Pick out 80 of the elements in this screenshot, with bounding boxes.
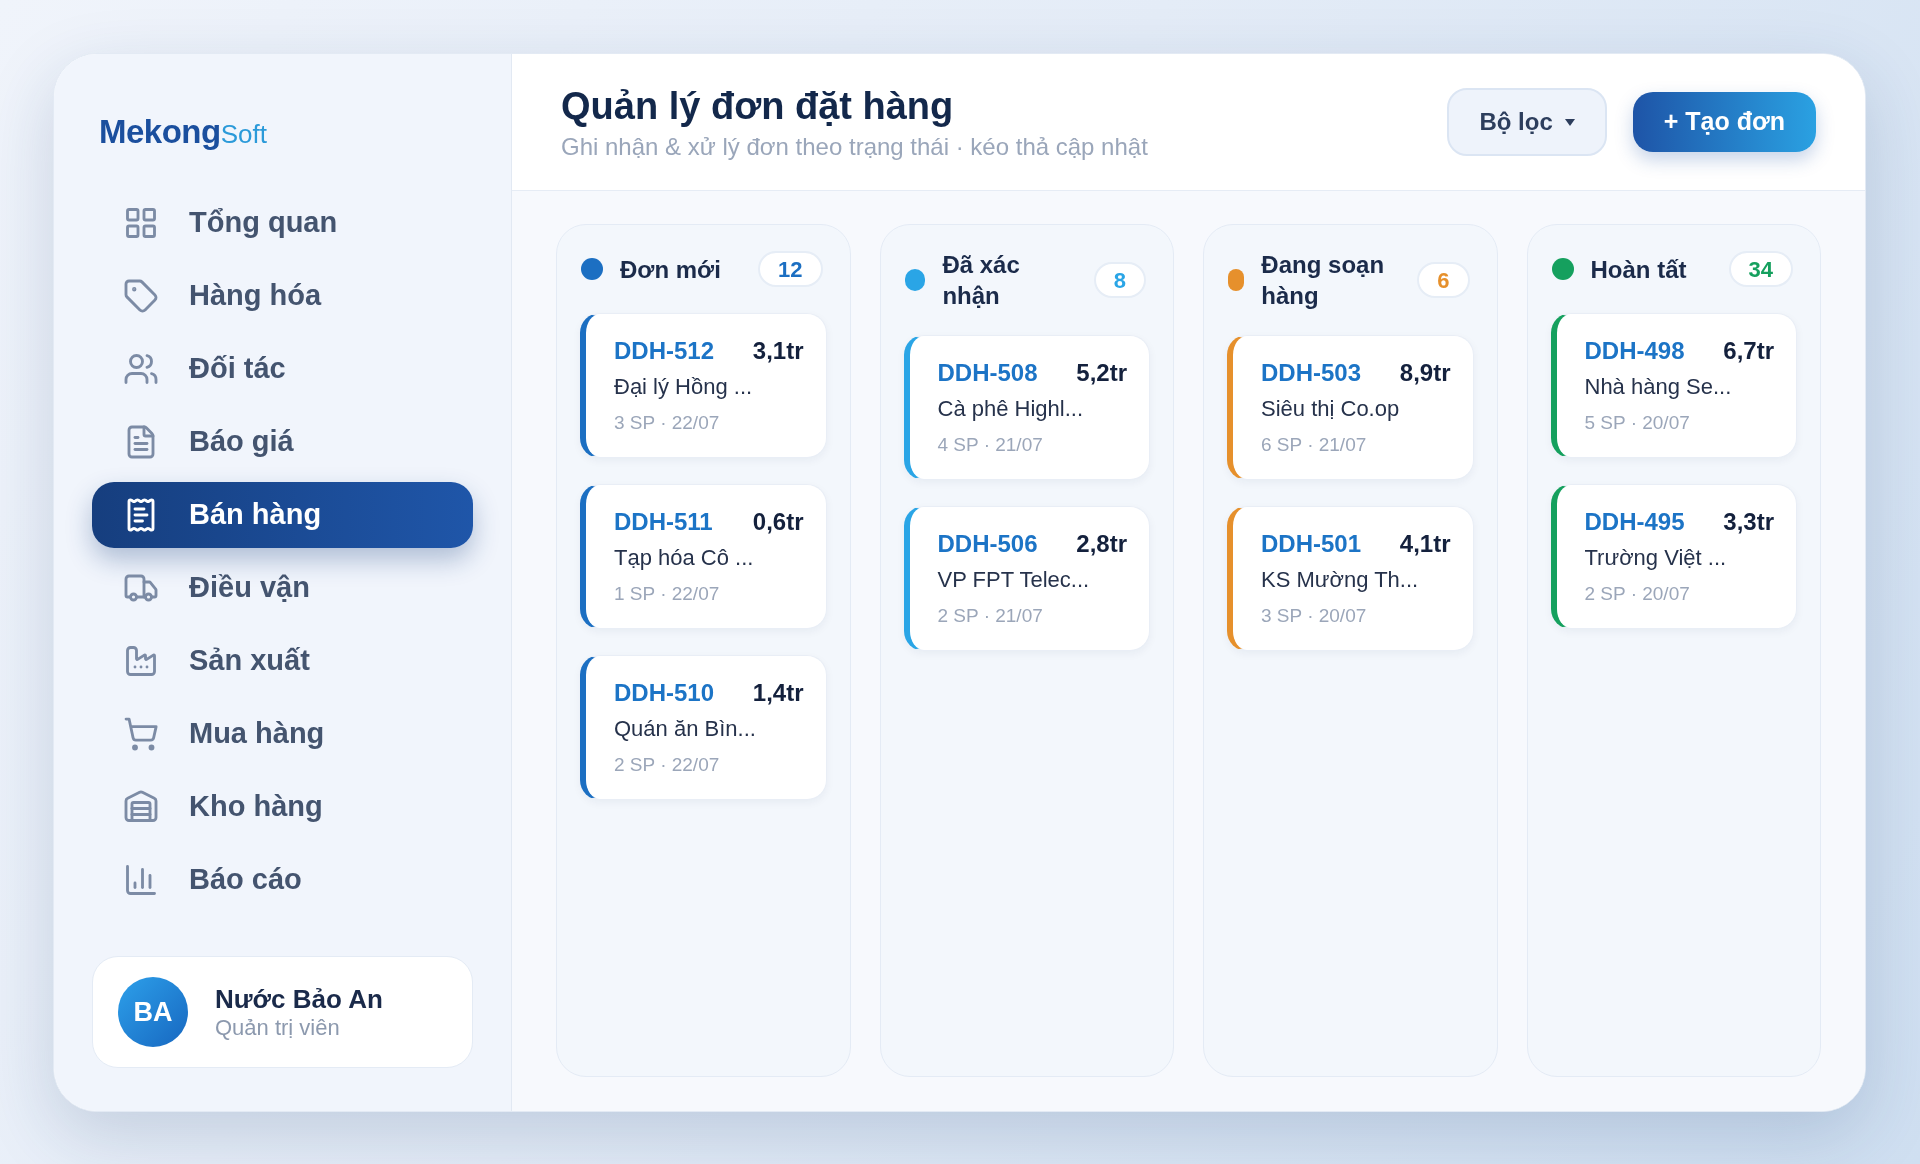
sidebar-item[interactable]: Đối tác [92,336,473,402]
sidebar-item[interactable]: Bán hàng [92,482,473,548]
order-meta: 4 SP · 21/07 [937,433,1044,457]
customer-name: Nhà hàng Se... [1584,373,1733,401]
sidebar-item[interactable]: Điều vận [92,555,473,621]
sidebar-item[interactable]: Mua hàng [92,701,473,767]
order-card[interactable]: DDH-510 1,4tr Quán ăn Bìn... 2 SP · 22/07 [580,655,827,800]
sidebar-item[interactable]: Tổng quan [92,190,473,256]
sidebar-item[interactable]: Hàng hóa [92,263,473,329]
logo[interactable]: MekongSoft [99,110,267,154]
order-meta: 2 SP · 21/07 [937,604,1044,628]
order-amount: 5,2tr [1076,358,1127,388]
order-amount: 2,8tr [1076,529,1127,559]
order-amount: 0,6tr [752,507,804,537]
filter-button[interactable]: Bộ lọc [1447,88,1607,156]
order-id: DDH-506 [937,529,1038,559]
order-amount: 8,9tr [1399,358,1451,388]
order-amount: 3,1tr [752,336,804,366]
order-id: DDH-495 [1584,507,1685,537]
order-card[interactable]: DDH-498 6,7tr Nhà hàng Se... 5 SP · 20/07 [1550,313,1797,458]
column-title: Đang soạn hàng [1261,250,1386,311]
customer-name: VP FPT Telec... [937,566,1091,594]
user-role: Quản trị viên [215,1015,341,1041]
order-card[interactable]: DDH-503 8,9tr Siêu thị Co.op 6 SP · 21/07 [1227,335,1474,480]
order-amount: 4,1tr [1399,529,1451,559]
order-id: DDH-511 [614,507,713,537]
user-avatar: BA [118,977,188,1047]
bar-chart-icon [123,862,159,898]
sidebar-item[interactable]: Kho hàng [92,774,473,840]
order-meta: 3 SP · 20/07 [1261,604,1368,628]
order-amount: 6,7tr [1723,336,1774,366]
caret-down-icon [1564,118,1575,126]
count-badge: 6 [1417,262,1470,298]
user-card[interactable]: BA Nước Bảo An Quản trị viên [92,956,473,1068]
order-card[interactable]: DDH-512 3,1tr Đại lý Hồng ... 3 SP · 22/07 [580,313,827,458]
cart-icon [123,716,159,752]
sidebar-item[interactable]: Sản xuất [92,628,473,694]
sidebar-item[interactable]: Báo cáo [92,847,473,913]
order-id: DDH-501 [1261,529,1362,559]
customer-name: Cà phê Highl... [937,395,1085,423]
order-id: DDH-510 [614,678,715,708]
order-meta: 2 SP · 22/07 [614,753,721,777]
page-subtitle: Ghi nhận & xử lý đơn theo trạng thái · kéo thả cập nhật [561,131,1148,162]
warehouse-icon [123,789,159,825]
order-id: DDH-503 [1261,358,1362,388]
order-card[interactable]: DDH-508 5,2tr Cà phê Highl... 4 SP · 21/07 [903,335,1150,480]
order-id: DDH-508 [937,358,1038,388]
sidebar-item[interactable]: Báo giá [92,409,473,475]
customer-name: Trường Việt ... [1584,544,1728,572]
count-badge: 34 [1728,251,1793,287]
customer-name: Đại lý Hồng ... [614,373,754,401]
users-icon [123,351,159,387]
order-meta: 6 SP · 21/07 [1261,433,1368,457]
create-order-button[interactable]: + Tạo đơn [1632,92,1816,152]
order-card[interactable]: DDH-501 4,1tr KS Mường Th... 3 SP · 20/07 [1227,506,1474,651]
order-meta: 5 SP · 20/07 [1584,411,1691,435]
customer-name: KS Mường Th... [1261,566,1420,594]
customer-name: Tạp hóa Cô ... [614,544,755,572]
order-meta: 1 SP · 22/07 [614,582,721,606]
column-title: Đơn mới [620,254,721,285]
order-amount: 3,3tr [1723,507,1774,537]
order-id: DDH-512 [614,336,715,366]
order-id: DDH-498 [1584,336,1685,366]
column-title: Hoàn tất [1590,254,1687,285]
count-badge: 12 [758,251,823,287]
order-card[interactable]: DDH-511 0,6tr Tạp hóa Cô ... 1 SP · 22/07 [580,484,827,629]
order-card[interactable]: DDH-506 2,8tr VP FPT Telec... 2 SP · 21/07 [903,506,1150,651]
customer-name: Siêu thị Co.op [1261,395,1401,423]
order-amount: 1,4tr [752,678,804,708]
count-badge: 8 [1093,262,1146,298]
grid-icon [123,205,159,241]
order-meta: 2 SP · 20/07 [1584,582,1691,606]
column-title: Đã xác nhận [942,250,1021,311]
order-card[interactable]: DDH-495 3,3tr Trường Việt ... 2 SP · 20/07 [1550,484,1797,629]
order-meta: 3 SP · 22/07 [614,411,721,435]
factory-icon [123,643,159,679]
customer-name: Quán ăn Bìn... [614,715,757,743]
tag-icon [123,278,159,314]
page-title: Quản lý đơn đặt hàng [561,83,955,129]
user-name: Nước Bảo An [215,983,383,1015]
